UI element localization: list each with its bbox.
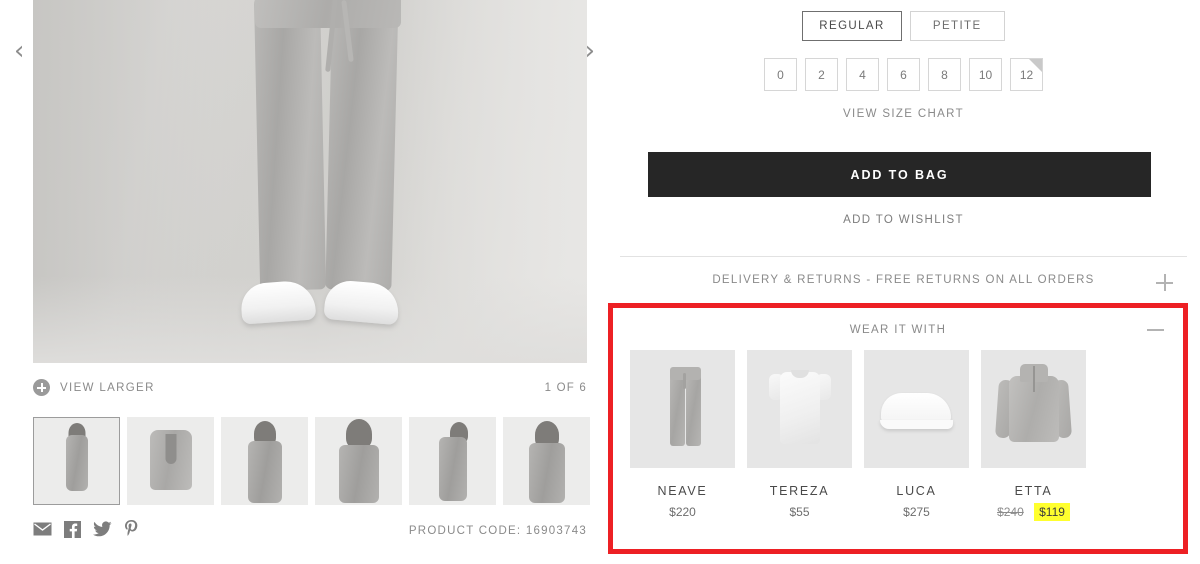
image-counter: 1 OF 6 <box>544 382 587 394</box>
model-figure <box>233 0 433 363</box>
gallery-meta-row: VIEW LARGER 1 OF 6 <box>33 379 587 405</box>
section-divider <box>620 256 1187 257</box>
product-gallery: ‹ › VIEW LARGER 1 OF 6 PRODUCT CODE: 169… <box>0 0 607 564</box>
thumbnail-strip[interactable] <box>33 417 593 505</box>
companion-thumb-white-tee[interactable] <box>747 350 852 468</box>
trouser-leg-right <box>325 0 399 291</box>
companion-product-tereza[interactable]: TEREZA $55 <box>747 350 852 519</box>
size-option-0[interactable]: 0 <box>764 58 797 91</box>
size-option-10[interactable]: 10 <box>969 58 1002 91</box>
size-option-8[interactable]: 8 <box>928 58 961 91</box>
product-code: PRODUCT CODE: 16903743 <box>408 525 587 537</box>
chevron-right-icon[interactable]: › <box>585 38 595 64</box>
trouser-waistband <box>255 0 401 28</box>
companion-price-row: $240 $119 <box>981 503 1086 521</box>
wear-it-with-title: WEAR IT WITH <box>849 324 947 336</box>
facebook-icon[interactable] <box>64 520 81 538</box>
share-row <box>33 520 139 538</box>
companion-name: ETTA <box>1014 484 1053 498</box>
companion-price-row: $275 <box>864 505 969 519</box>
size-option-12[interactable]: 12 <box>1010 58 1043 91</box>
wear-it-with-header[interactable]: WEAR IT WITH <box>613 319 1183 341</box>
companion-price: $275 <box>903 505 930 519</box>
size-selector[interactable]: 0 2 4 6 8 10 12 <box>607 58 1200 91</box>
delivery-returns-label: DELIVERY & RETURNS - FREE RETURNS ON ALL… <box>712 274 1095 286</box>
product-details-column: REGULAR PETITE 0 2 4 6 8 10 12 VIEW SIZE… <box>607 0 1200 564</box>
email-icon[interactable] <box>33 522 52 536</box>
plus-circle-icon <box>33 379 50 396</box>
trouser-leg-left <box>253 0 327 291</box>
thumbnail-5[interactable] <box>409 417 496 505</box>
companion-price: $220 <box>669 505 696 519</box>
view-size-chart-link[interactable]: VIEW SIZE CHART <box>607 108 1200 120</box>
companion-price-row: $220 <box>630 505 735 519</box>
thumbnail-3[interactable] <box>221 417 308 505</box>
fit-option-regular[interactable]: REGULAR <box>802 11 902 41</box>
companion-name: NEAVE <box>657 484 708 498</box>
minus-icon[interactable] <box>1147 329 1164 331</box>
add-to-bag-button[interactable]: ADD TO BAG <box>648 152 1151 197</box>
companion-price: $55 <box>789 505 810 519</box>
companion-thumb-grey-joggers[interactable] <box>630 350 735 468</box>
wear-it-with-panel: WEAR IT WITH NEAVE $220 TEREZA $55 LUCA … <box>608 303 1188 554</box>
chevron-left-icon[interactable]: ‹ <box>14 38 24 64</box>
thumbnail-6[interactable] <box>503 417 590 505</box>
thumbnail-4[interactable] <box>315 417 402 505</box>
view-larger-label: VIEW LARGER <box>60 381 155 394</box>
twitter-icon[interactable] <box>93 521 112 537</box>
size-option-6[interactable]: 6 <box>887 58 920 91</box>
view-larger-button[interactable]: VIEW LARGER <box>33 379 155 396</box>
companion-sale-price: $119 <box>1034 503 1070 521</box>
companion-price-row: $55 <box>747 505 852 519</box>
companion-product-neave[interactable]: NEAVE $220 <box>630 350 735 519</box>
companion-name: TEREZA <box>769 484 830 498</box>
delivery-returns-accordion[interactable]: DELIVERY & RETURNS - FREE RETURNS ON ALL… <box>620 268 1187 296</box>
companion-original-price: $240 <box>997 505 1024 519</box>
companion-name: LUCA <box>896 484 937 498</box>
size-option-2[interactable]: 2 <box>805 58 838 91</box>
add-to-wishlist-link[interactable]: ADD TO WISHLIST <box>607 214 1200 226</box>
wear-it-with-items: NEAVE $220 TEREZA $55 LUCA $275 ETTA $24… <box>630 350 1170 521</box>
fit-toggle-group[interactable]: REGULAR PETITE <box>607 11 1200 41</box>
thumbnail-2[interactable] <box>127 417 214 505</box>
pinterest-icon[interactable] <box>124 520 139 538</box>
thumbnail-1[interactable] <box>33 417 120 505</box>
size-option-4[interactable]: 4 <box>846 58 879 91</box>
plus-icon[interactable] <box>1156 274 1173 291</box>
companion-product-etta[interactable]: ETTA $240 $119 <box>981 350 1086 521</box>
main-product-image[interactable] <box>33 0 587 363</box>
companion-thumb-grey-half-zip-sweater[interactable] <box>981 350 1086 468</box>
companion-product-luca[interactable]: LUCA $275 <box>864 350 969 519</box>
companion-thumb-white-sneaker[interactable] <box>864 350 969 468</box>
fit-option-petite[interactable]: PETITE <box>909 11 1005 41</box>
